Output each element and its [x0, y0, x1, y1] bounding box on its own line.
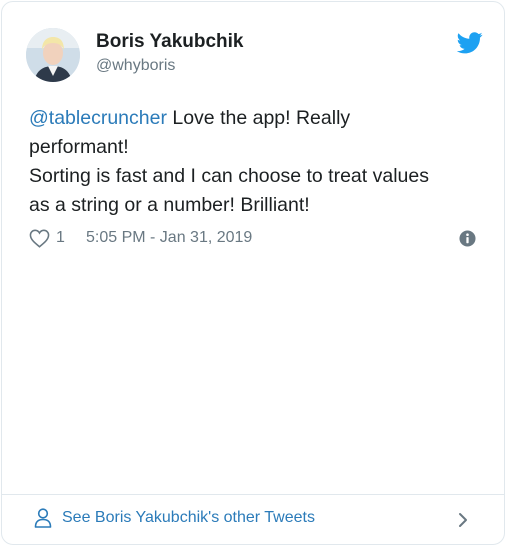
like-count: 1 — [56, 229, 65, 246]
footer: See Boris Yakubchik's other Tweets — [2, 494, 504, 544]
like-button[interactable]: 1 — [29, 226, 65, 250]
tweet-line-1-text: Love the app! Really — [166, 107, 351, 129]
chevron-right-icon[interactable] — [458, 512, 468, 528]
tweet-timestamp[interactable]: 5:05 PM - Jan 31, 2019 — [86, 229, 252, 247]
tweet-text: @tablecruncher Love the app! Really perf… — [29, 104, 479, 220]
tweet-meta: 1 5:05 PM - Jan 31, 2019 — [29, 226, 479, 250]
twitter-bird-icon[interactable] — [457, 32, 483, 54]
person-icon — [34, 508, 52, 528]
mention-link[interactable]: @tablecruncher — [29, 107, 167, 129]
tweet-card: Boris Yakubchik @whyboris @tablecruncher… — [1, 1, 505, 545]
avatar-photo — [26, 28, 80, 82]
avatar[interactable] — [26, 28, 80, 82]
author-handle[interactable]: @whyboris — [96, 57, 175, 75]
other-tweets-label: See Boris Yakubchik's other Tweets — [62, 509, 315, 526]
info-icon[interactable] — [459, 230, 476, 247]
tweet-line-2: performant! — [29, 136, 129, 158]
author-name[interactable]: Boris Yakubchik — [96, 31, 244, 53]
tweet-line-1: @tablecruncher Love the app! Really — [29, 104, 479, 133]
other-tweets-link[interactable]: See Boris Yakubchik's other Tweets — [34, 508, 315, 528]
tweet-line-4: as a string or a number! Brilliant! — [29, 194, 310, 216]
tweet-line-3: Sorting is fast and I can choose to trea… — [29, 165, 429, 187]
heart-icon — [29, 229, 50, 248]
